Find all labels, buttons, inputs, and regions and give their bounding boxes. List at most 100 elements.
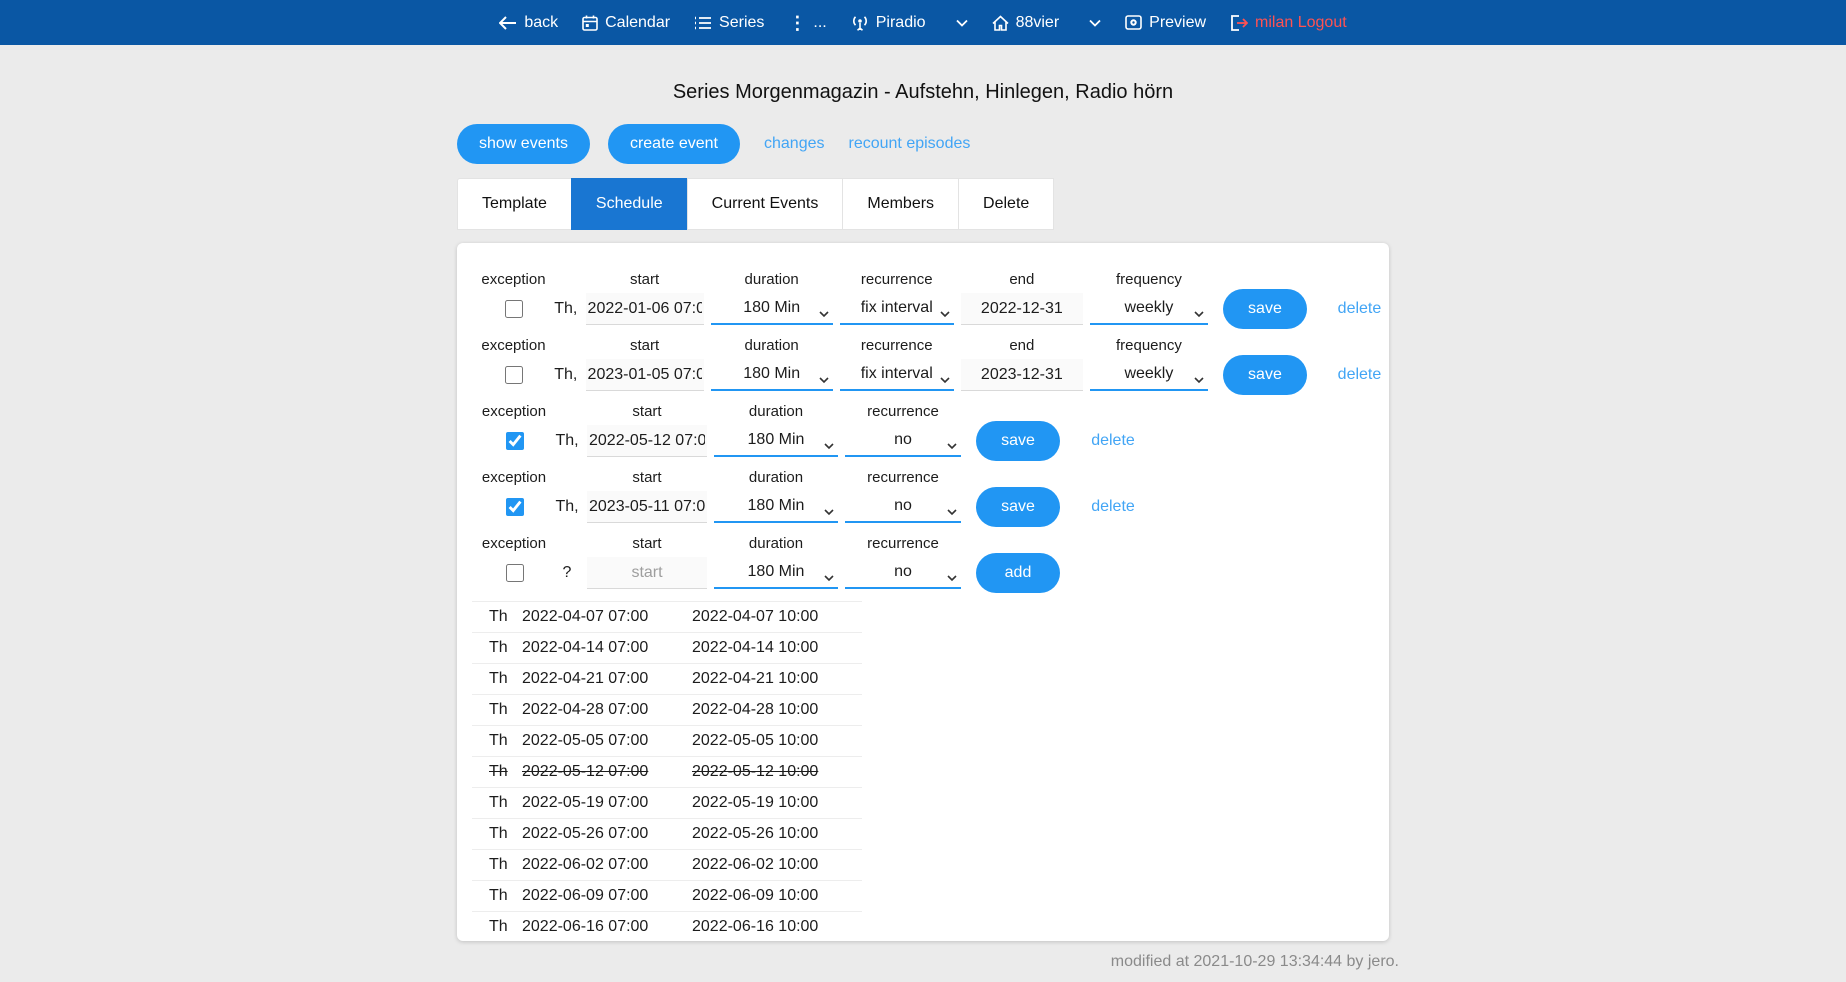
- delete-link[interactable]: delete: [1338, 289, 1382, 329]
- start-label: start: [632, 535, 661, 555]
- end-input[interactable]: [961, 359, 1083, 391]
- chevron-down-icon: [947, 503, 957, 521]
- logout-icon: [1230, 15, 1248, 31]
- nav-preview[interactable]: Preview: [1125, 14, 1206, 32]
- end-label: end: [1009, 271, 1034, 291]
- duration-select[interactable]: 180 Min: [714, 425, 838, 457]
- exception-checkbox[interactable]: [506, 564, 524, 582]
- day-label: Th,: [553, 357, 579, 393]
- nav-series-label: Series: [719, 14, 764, 32]
- tab-delete[interactable]: Delete: [958, 178, 1054, 230]
- tab-template[interactable]: Template: [457, 178, 572, 230]
- frequency-select[interactable]: weekly: [1090, 359, 1208, 391]
- exception-label: exception: [481, 337, 545, 357]
- changes-link[interactable]: changes: [764, 135, 825, 153]
- recurrence-select[interactable]: no: [845, 557, 961, 589]
- recount-episodes-link[interactable]: recount episodes: [849, 135, 971, 153]
- tab-bar: Template Schedule Current Events Members…: [457, 178, 1389, 230]
- chevron-down-icon: [819, 371, 829, 389]
- start-input[interactable]: [587, 557, 707, 589]
- event-row: Th 2022-06-16 07:00 2022-06-16 10:00: [472, 912, 862, 941]
- duration-label: duration: [745, 271, 799, 291]
- delete-link[interactable]: delete: [1338, 355, 1382, 395]
- start-input[interactable]: [587, 491, 707, 523]
- duration-label: duration: [749, 403, 803, 423]
- duration-select[interactable]: 180 Min: [714, 557, 838, 589]
- recurrence-select[interactable]: fix interval: [840, 293, 954, 325]
- nav-back[interactable]: back: [499, 14, 558, 32]
- schedule-row: exception Th, start duration 180 Min rec…: [481, 403, 1389, 459]
- duration-select[interactable]: 180 Min: [711, 293, 833, 325]
- start-input[interactable]: [587, 425, 707, 457]
- page-title: Series Morgenmagazin - Aufstehn, Hinlege…: [0, 81, 1846, 104]
- recurrence-label: recurrence: [861, 337, 933, 357]
- show-events-button[interactable]: show events: [457, 124, 590, 164]
- day-label: Th,: [554, 423, 580, 459]
- nav-studio[interactable]: 88vier: [992, 14, 1060, 32]
- arrow-left-icon: [499, 16, 517, 30]
- start-label: start: [630, 271, 659, 291]
- exception-checkbox[interactable]: [506, 432, 524, 450]
- save-button[interactable]: save: [976, 421, 1060, 461]
- event-row: Th 2022-05-19 07:00 2022-05-19 10:00: [472, 788, 862, 819]
- start-label: start: [630, 337, 659, 357]
- duration-select[interactable]: 180 Min: [714, 491, 838, 523]
- exception-checkbox[interactable]: [506, 498, 524, 516]
- recurrence-select[interactable]: no: [845, 425, 961, 457]
- save-button[interactable]: save: [1223, 355, 1307, 395]
- exception-checkbox[interactable]: [505, 366, 523, 384]
- recurrence-label: recurrence: [861, 271, 933, 291]
- event-row: Th 2022-06-09 07:00 2022-06-09 10:00: [472, 881, 862, 912]
- nav-logout[interactable]: milan Logout: [1230, 14, 1347, 32]
- preview-icon: [1125, 15, 1142, 30]
- chevron-down-icon: [947, 569, 957, 587]
- chevron-down-icon: [824, 437, 834, 455]
- save-button[interactable]: save: [976, 487, 1060, 527]
- recurrence-label: recurrence: [867, 469, 939, 489]
- event-row: Th 2022-05-05 07:00 2022-05-05 10:00: [472, 726, 862, 757]
- recurrence-label: recurrence: [867, 403, 939, 423]
- end-label: end: [1009, 337, 1034, 357]
- day-label: Th,: [553, 291, 579, 327]
- event-row: Th 2022-04-07 07:00 2022-04-07 10:00: [472, 602, 862, 633]
- nav-station[interactable]: Piradio: [851, 14, 926, 32]
- duration-label: duration: [745, 337, 799, 357]
- add-button[interactable]: add: [976, 553, 1060, 593]
- create-event-button[interactable]: create event: [608, 124, 740, 164]
- modified-status: modified at 2021-10-29 13:34:44 by jero.: [447, 953, 1399, 971]
- nav-more[interactable]: ⋮ ...: [788, 14, 826, 32]
- chevron-down-icon: [940, 305, 950, 323]
- recurrence-select[interactable]: no: [845, 491, 961, 523]
- duration-label: duration: [749, 469, 803, 489]
- end-input[interactable]: [961, 293, 1083, 325]
- delete-link[interactable]: delete: [1091, 421, 1135, 461]
- station-dropdown-chevron[interactable]: [956, 19, 968, 27]
- events-table: Th 2022-04-07 07:00 2022-04-07 10:00 Th …: [472, 601, 862, 941]
- frequency-label: frequency: [1116, 271, 1182, 291]
- schedule-panel: exception Th, start duration 180 Min rec…: [457, 243, 1389, 941]
- delete-link[interactable]: delete: [1091, 487, 1135, 527]
- exception-label: exception: [482, 403, 546, 423]
- action-bar: show events create event changes recount…: [457, 124, 1389, 164]
- recurrence-select[interactable]: fix interval: [840, 359, 954, 391]
- chevron-down-icon: [947, 437, 957, 455]
- start-label: start: [632, 403, 661, 423]
- exception-label: exception: [482, 535, 546, 555]
- studio-dropdown-chevron[interactable]: [1089, 19, 1101, 27]
- tab-members[interactable]: Members: [842, 178, 959, 230]
- chevron-down-icon: [940, 371, 950, 389]
- start-input[interactable]: [586, 293, 704, 325]
- save-button[interactable]: save: [1223, 289, 1307, 329]
- frequency-select[interactable]: weekly: [1090, 293, 1208, 325]
- duration-label: duration: [749, 535, 803, 555]
- schedule-add-row: exception ? start duration 180 Min recur…: [481, 535, 1389, 591]
- nav-calendar[interactable]: Calendar: [582, 14, 670, 32]
- tab-schedule[interactable]: Schedule: [571, 178, 688, 230]
- tab-current-events[interactable]: Current Events: [687, 178, 844, 230]
- exception-checkbox[interactable]: [505, 300, 523, 318]
- start-input[interactable]: [586, 359, 704, 391]
- nav-studio-label: 88vier: [1016, 14, 1060, 32]
- event-row: Th 2022-04-28 07:00 2022-04-28 10:00: [472, 695, 862, 726]
- duration-select[interactable]: 180 Min: [711, 359, 833, 391]
- nav-series[interactable]: Series: [694, 14, 764, 32]
